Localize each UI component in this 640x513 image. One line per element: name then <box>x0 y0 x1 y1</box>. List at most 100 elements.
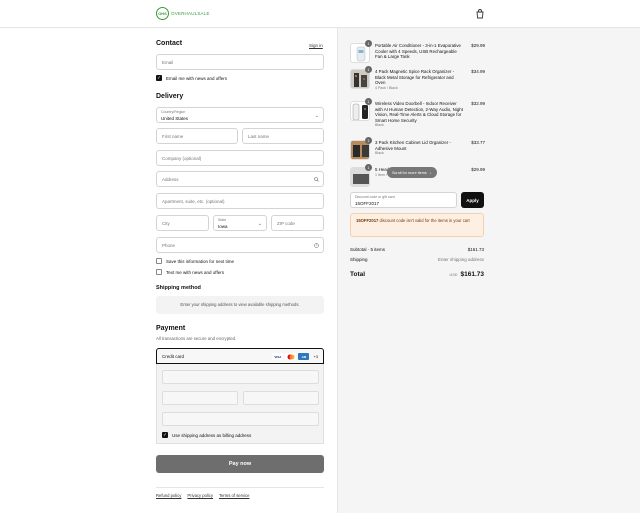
footer-divider <box>156 487 324 488</box>
discount-error: 15OFF2017 discount code isn't valid for … <box>350 213 484 237</box>
mastercard-icon <box>285 353 297 360</box>
name-on-card-input[interactable] <box>162 412 319 426</box>
footer-links: Refund policy Privacy policy Terms of se… <box>156 493 249 498</box>
help-icon[interactable]: ? <box>314 243 319 250</box>
save-info-checkbox[interactable]: Save this information for next time <box>156 258 234 264</box>
checkbox-icon <box>156 269 162 275</box>
company-field[interactable]: Company (optional) <box>156 150 324 166</box>
zip-placeholder: ZIP code <box>277 221 295 226</box>
apartment-placeholder: Apartment, suite, etc. (optional) <box>162 199 225 204</box>
total-row: Total USD $161.73 <box>350 271 484 278</box>
apartment-field[interactable]: Apartment, suite, etc. (optional) <box>156 193 324 209</box>
scroll-hint-label: Scroll for more items <box>392 170 427 175</box>
scroll-more-button[interactable]: Scroll for more items ↓ <box>387 167 437 178</box>
phone-placeholder: Phone <box>162 243 176 248</box>
security-code-input[interactable] <box>243 391 319 405</box>
quantity-badge: 1 <box>365 164 372 171</box>
currency-label: USD <box>449 273 458 277</box>
apply-button[interactable]: Apply <box>461 192 484 208</box>
last-name-placeholder: Last name <box>248 134 270 139</box>
cart-item: 1 4 Pack Magnetic Spice Rack Organizer -… <box>350 66 485 95</box>
contact-title: Contact <box>156 40 183 47</box>
search-icon <box>314 177 319 184</box>
payment-title: Payment <box>156 325 186 332</box>
payment-subtitle: All transactions are secure and encrypte… <box>156 336 237 341</box>
item-name: Wireless Video Doorbell - Indoor Receive… <box>375 101 463 129</box>
shipping-value: Enter shipping address <box>437 257 484 262</box>
item-price: $29.99 <box>471 167 485 172</box>
quantity-badge: 1 <box>365 66 372 73</box>
logo-text: OVERHAULSALE <box>171 11 210 16</box>
visa-icon: VISA <box>272 353 284 360</box>
discount-value: 15OFF2017 <box>355 201 380 206</box>
city-placeholder: City <box>162 221 170 226</box>
shipping-label: Shipping <box>350 257 368 262</box>
item-name-text: Wireless Video Doorbell - Indoor Receive… <box>375 101 463 123</box>
subtotal-row: Subtotal · 5 items $161.73 <box>350 247 484 252</box>
news-checkbox[interactable]: ✓ Email me with news and offers <box>156 75 227 81</box>
item-variant: 4 Pack / Black <box>375 85 398 90</box>
amex-icon: AM <box>298 353 310 360</box>
country-select[interactable]: Country/Region United States ⌄ <box>156 107 324 123</box>
header: OHS OVERHAULSALE <box>0 0 640 28</box>
quantity-badge: 1 <box>365 137 372 144</box>
item-price: $34.99 <box>471 69 485 74</box>
phone-field[interactable]: Phone ? <box>156 237 324 253</box>
first-name-placeholder: First name <box>162 134 184 139</box>
terms-of-service-link[interactable]: Terms of service <box>219 493 249 498</box>
text-news-label: Text me with news and offers <box>166 269 224 275</box>
city-field[interactable]: City <box>156 215 209 231</box>
email-field[interactable]: Email <box>156 54 324 70</box>
checkbox-icon <box>156 258 162 264</box>
country-label: Country/Region <box>161 110 186 114</box>
card-number-input[interactable] <box>162 370 319 384</box>
privacy-policy-link[interactable]: Privacy policy <box>187 493 213 498</box>
expiration-input[interactable] <box>162 391 238 405</box>
error-code: 15OFF2017 <box>356 218 379 223</box>
item-price: $32.99 <box>471 101 485 106</box>
credit-card-label: Credit card <box>162 354 185 359</box>
news-label: Email me with news and offers <box>166 75 227 81</box>
text-news-checkbox[interactable]: Text me with news and offers <box>156 269 224 275</box>
more-cards-label: +3 <box>313 354 318 359</box>
item-variant: Black <box>375 123 384 128</box>
company-placeholder: Company (optional) <box>162 156 202 161</box>
zip-field[interactable]: ZIP code <box>271 215 324 231</box>
item-name: Portable Air Conditioner - 3-in-1 Evapor… <box>375 43 461 60</box>
credit-card-option[interactable]: Credit card VISA AM +3 <box>156 348 324 364</box>
sign-in-link[interactable]: Sign in <box>309 43 323 48</box>
quantity-badge: 1 <box>365 98 372 105</box>
state-label: State <box>218 218 227 222</box>
shipping-info: Enter your shipping address to view avai… <box>156 296 324 314</box>
billing-same-label: Use shipping address as billing address <box>172 432 252 438</box>
state-select[interactable]: State Iowa ⌄ <box>213 215 267 231</box>
item-name: 3 Pack Kitchen Cabinet Lid Organizer - A… <box>375 140 463 157</box>
cart-item: 1 3 Pack Kitchen Cabinet Lid Organizer -… <box>350 137 485 161</box>
subtotal-value: $161.73 <box>467 247 484 252</box>
bag-icon[interactable] <box>474 8 486 20</box>
store-logo[interactable]: OHS OVERHAULSALE <box>156 7 210 20</box>
item-name-text: 4 Pack Magnetic Spice Rack Organizer - B… <box>375 69 455 86</box>
pay-now-button[interactable]: Pay now <box>156 455 324 473</box>
last-name-field[interactable]: Last name <box>242 128 324 144</box>
item-name: 4 Pack Magnetic Spice Rack Organizer - B… <box>375 69 463 91</box>
chevron-down-icon: ⌄ <box>257 221 262 227</box>
discount-code-input[interactable]: Discount code or gift card 15OFF2017 <box>350 192 457 208</box>
first-name-field[interactable]: First name <box>156 128 238 144</box>
cart-item: 1 Portable Air Conditioner - 3-in-1 Evap… <box>350 40 485 67</box>
total-value: $161.73 <box>460 271 485 278</box>
billing-same-checkbox[interactable]: ✓ Use shipping address as billing address <box>162 432 251 438</box>
country-value: United States <box>161 116 189 121</box>
arrow-down-icon: ↓ <box>429 170 432 175</box>
credit-card-panel: Credit card VISA AM +3 ✓ Use shipping add… <box>156 348 324 444</box>
card-details-form: ✓ Use shipping address as billing address <box>156 364 324 444</box>
address-placeholder: Address <box>162 177 179 182</box>
subtotal-label: Subtotal · 5 items <box>350 247 386 252</box>
error-text: discount code isn't valid for the items … <box>378 218 470 223</box>
logo-badge: OHS <box>156 7 169 20</box>
address-field[interactable]: Address <box>156 171 324 187</box>
refund-policy-link[interactable]: Refund policy <box>156 493 181 498</box>
svg-text:?: ? <box>316 244 318 248</box>
state-value: Iowa <box>218 224 228 229</box>
item-price: $33.77 <box>471 140 485 145</box>
